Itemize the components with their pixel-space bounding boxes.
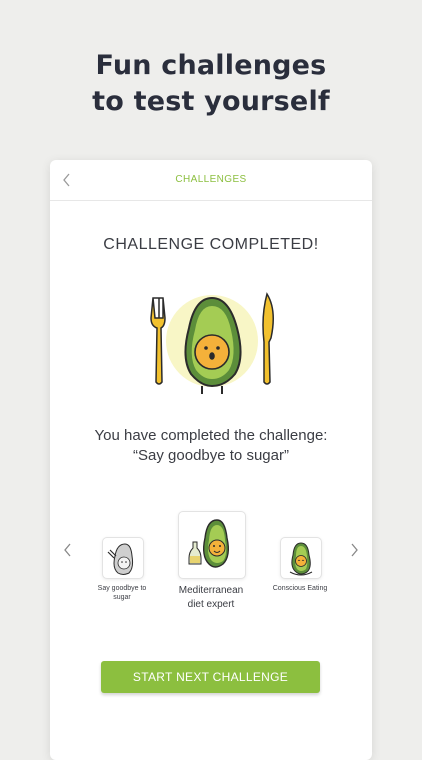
label-line1: Conscious Eating bbox=[272, 585, 328, 592]
label-line2: diet expert bbox=[187, 599, 235, 610]
fork-icon bbox=[150, 297, 166, 385]
avocado-meditating-icon bbox=[289, 542, 313, 576]
avocado-with-cutlery-illustration bbox=[145, 286, 280, 396]
promo-headline: Fun challenges to test yourself bbox=[0, 48, 422, 120]
label-line1: Mediterranean bbox=[178, 585, 244, 596]
app-screen-card: CHALLENGES CHALLENGE COMPLETED! You have… bbox=[50, 160, 372, 760]
avocado-olive-oil-icon bbox=[188, 519, 230, 568]
promo-headline-line1: Fun challenges bbox=[95, 50, 327, 81]
challenge-badge-say-goodbye-to-sugar[interactable] bbox=[102, 537, 144, 579]
challenge-badge-conscious-eating[interactable] bbox=[280, 537, 322, 579]
completion-message: You have completed the challenge: “Say g… bbox=[50, 426, 372, 466]
grey-avocado-pointing-icon bbox=[107, 543, 134, 575]
carousel-prev-button[interactable] bbox=[60, 540, 76, 560]
screen-title: CHALLENGES bbox=[175, 174, 247, 185]
top-bar: CHALLENGES bbox=[50, 160, 372, 201]
challenge-badge-label: Mediterranean diet expert bbox=[166, 584, 256, 612]
challenge-badge-mediterranean-diet-expert[interactable] bbox=[178, 511, 246, 579]
challenge-badge-label: Conscious Eating bbox=[266, 584, 334, 593]
knife-icon bbox=[262, 292, 274, 385]
completed-challenge-name: “Say goodbye to sugar” bbox=[133, 447, 289, 464]
promo-headline-line2: to test yourself bbox=[92, 86, 330, 117]
chevron-right-icon bbox=[351, 543, 358, 557]
completion-heading: CHALLENGE COMPLETED! bbox=[103, 236, 319, 253]
start-next-challenge-button[interactable]: START NEXT CHALLENGE bbox=[101, 661, 320, 693]
chevron-left-icon bbox=[64, 543, 71, 557]
challenge-badge-label: Say goodbye to sugar bbox=[90, 584, 154, 602]
carousel-next-button[interactable] bbox=[346, 540, 362, 560]
label-line2: sugar bbox=[113, 594, 131, 601]
label-line1: Say goodbye to bbox=[97, 585, 147, 592]
completion-message-line1: You have completed the challenge: bbox=[94, 427, 328, 444]
